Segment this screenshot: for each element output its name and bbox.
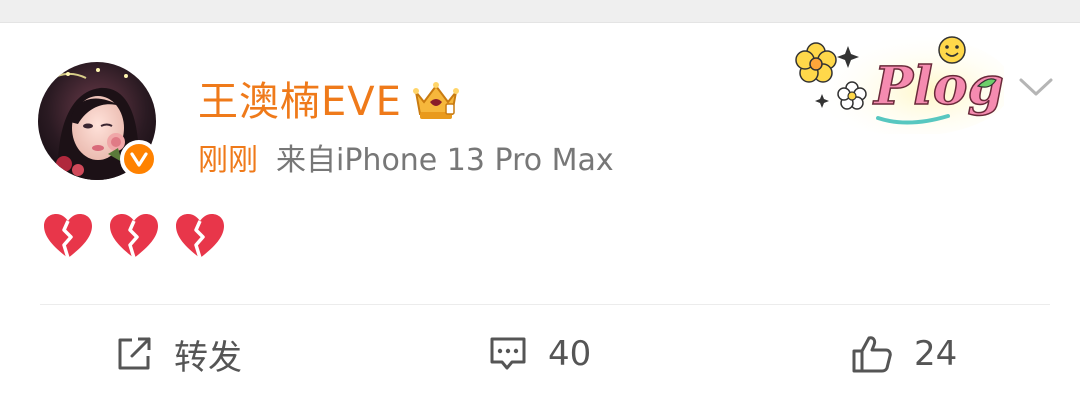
broken-heart-icon bbox=[44, 214, 92, 259]
share-icon bbox=[118, 337, 151, 370]
comment-icon bbox=[490, 337, 526, 370]
top-separator-strip bbox=[0, 0, 1080, 23]
divider bbox=[40, 304, 1050, 305]
chevron-down-icon[interactable] bbox=[1018, 76, 1054, 98]
plog-sticker: Plog bbox=[782, 26, 1012, 136]
like-button[interactable]: 24 bbox=[850, 334, 957, 374]
author-avatar-container[interactable] bbox=[38, 62, 158, 182]
post-meta: 刚刚 来自iPhone 13 Pro Max bbox=[198, 142, 614, 180]
repost-button[interactable]: 转发 bbox=[114, 334, 242, 378]
comment-count: 40 bbox=[548, 334, 592, 374]
crown-badge-icon[interactable] bbox=[410, 78, 462, 124]
author-name[interactable]: 王澳楠EVE bbox=[198, 78, 402, 126]
broken-heart-icon bbox=[176, 214, 224, 259]
thumbs-up-icon bbox=[852, 336, 892, 373]
post-content bbox=[42, 212, 226, 262]
post-time: 刚刚 bbox=[198, 143, 258, 178]
broken-heart-icon bbox=[110, 214, 158, 259]
post-source: 来自iPhone 13 Pro Max bbox=[276, 143, 614, 178]
like-count: 24 bbox=[914, 334, 958, 374]
comment-button[interactable]: 40 bbox=[488, 334, 591, 374]
repost-label: 转发 bbox=[174, 337, 242, 378]
verified-badge-icon bbox=[120, 140, 158, 178]
